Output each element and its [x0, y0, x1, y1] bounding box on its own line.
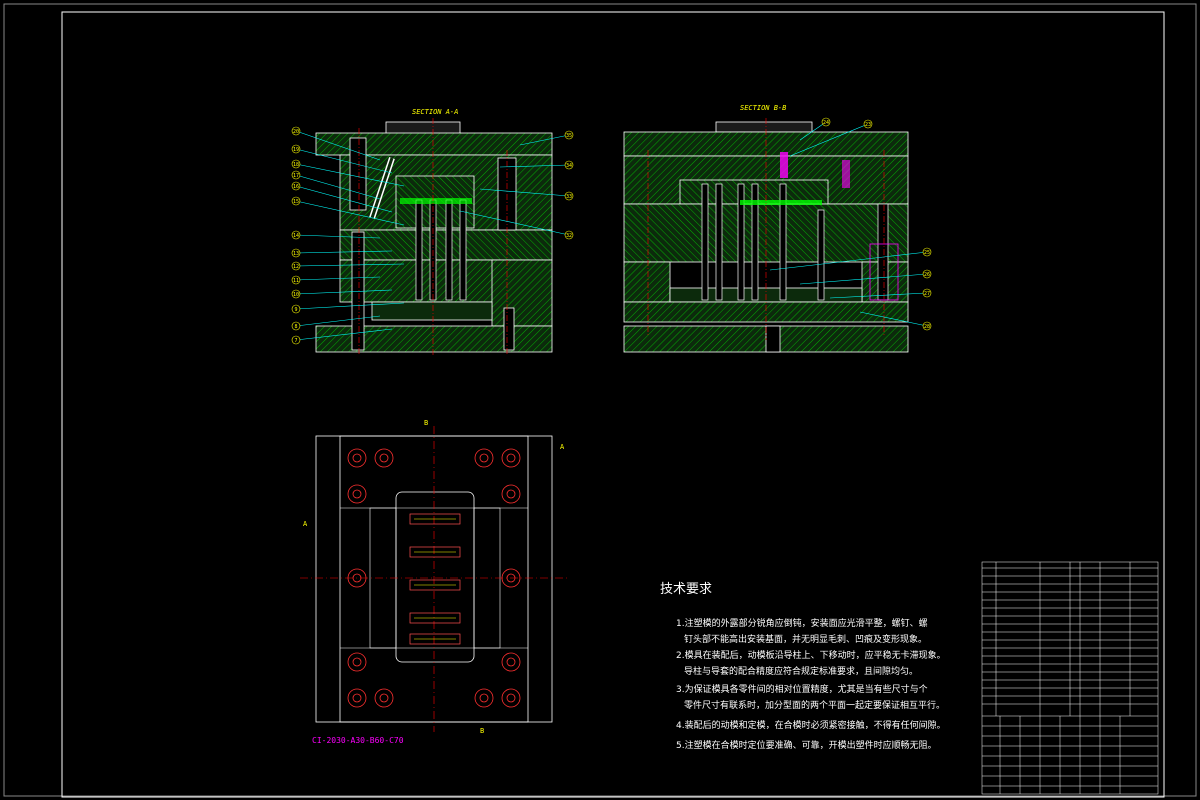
callout-a-left-7-number: 13 — [293, 251, 299, 257]
plan-bolt-hole — [501, 652, 521, 672]
sprue-bushing — [385, 121, 461, 135]
plan-bolt-hole-inner — [479, 453, 489, 463]
plan-bolt-hole — [374, 688, 394, 708]
plan-cavities — [409, 513, 461, 645]
tech-req-line-1: 1.注塑模的外露部分锐角应倒钝，安装面应光滑平整，螺钉、螺 — [676, 617, 928, 629]
plan-bolt-hole — [347, 448, 367, 468]
callout-a-left-12-leader — [295, 315, 381, 327]
callout-b-right-0-number: 25 — [924, 250, 930, 256]
callout-a-left-0-number: 20 — [293, 129, 299, 135]
view-mark-a-top: A — [560, 443, 565, 451]
plan-bolt-hole-inner — [352, 489, 362, 499]
plan-bolt-hole — [501, 484, 521, 504]
tech-req-line-6: 零件尺寸有联系时，加分型面的两个平面一起定要保证相互平行。 — [684, 699, 945, 711]
plan-bolt-hole — [347, 688, 367, 708]
plan-bolt-hole-inner — [379, 693, 389, 703]
title-block — [981, 561, 1159, 795]
spacer-left-b — [623, 261, 671, 303]
tech-req-line-7: 4.装配后的动模和定模，在合模时必须紧密接触，不得有任何间隙。 — [676, 719, 946, 731]
plan-bolt-hole-inner — [479, 693, 489, 703]
callout-a-left-2-number: 18 — [293, 162, 299, 168]
plan-bolt-hole — [501, 688, 521, 708]
technical-requirements: 技术要求 1.注塑模的外露部分锐角应倒钝，安装面应光滑平整，螺钉、螺 钉头部不能… — [660, 582, 946, 751]
tech-req-title: 技术要求 — [660, 582, 712, 597]
plan-bolt-hole-inner — [352, 657, 362, 667]
callout-b-right-1-number: 26 — [924, 272, 930, 278]
ejector-rod-hole — [765, 325, 781, 353]
plan-bolt-hole — [374, 448, 394, 468]
puller-pin — [780, 152, 788, 178]
plan-bolt-hole — [347, 652, 367, 672]
callout-a-left-12-number: 8 — [294, 324, 297, 330]
plan-bolt-hole — [474, 448, 494, 468]
callout-a-left-10-number: 10 — [293, 292, 299, 298]
callout-a-left-1-number: 19 — [293, 147, 299, 153]
callout-a-right-3-number: 32 — [566, 233, 572, 239]
callout-b-top-0-number: 24 — [823, 120, 829, 126]
plan-bolt-hole — [474, 688, 494, 708]
view-mark-b-bottom: B — [480, 727, 484, 735]
section-b-b-view: SECTION B-B 24 23 25 26 27 28 — [623, 104, 932, 353]
tech-req-line-2: 钉头部不能高出安装基面，并无明显毛刺、凹痕及变形现象。 — [684, 633, 927, 645]
bottom-clamp-plate — [315, 325, 553, 353]
guide-pin-left — [349, 137, 367, 211]
plan-bolt-hole — [501, 448, 521, 468]
view-mark-a-left: A — [303, 520, 308, 528]
tech-req-line-5: 3.为保证模具各零件间的相对位置精度，尤其是当有些尺寸与个 — [676, 683, 928, 695]
plan-bolt-hole-inner — [506, 453, 516, 463]
stop-pin — [503, 307, 515, 351]
callout-a-left-11-number: 9 — [294, 307, 297, 313]
support-pillar-b — [842, 160, 850, 188]
spacer-block-right — [491, 259, 553, 327]
callout-a-left-6-number: 14 — [293, 233, 299, 239]
cad-drawing: SECTION A-A 20 19 18 17 16151413121110987 35… — [3, 3, 1197, 798]
tech-req-line-3: 2.模具在装配后，动模板沿导柱上、下移动时，应平稳无卡滞现象。 — [676, 649, 946, 661]
tech-req-line-8: 5.注塑模在合模时定位要准确、可靠，开模出塑件时应顺畅无阻。 — [676, 739, 937, 751]
callout-a-left-3-number: 17 — [293, 173, 299, 179]
callout-b-right-2-number: 27 — [924, 291, 930, 297]
callout-a-left-8-number: 12 — [293, 264, 299, 270]
drawing-frame — [61, 11, 1165, 798]
callout-a-left-4-number: 16 — [293, 184, 299, 190]
tech-req-line-4: 导柱与导套的配合精度应符合规定标准要求，且间隙均匀。 — [684, 665, 918, 677]
molded-part-b — [740, 200, 822, 205]
section-a-a-title: SECTION A-A — [412, 108, 458, 116]
plan-bolt-hole-inner — [352, 453, 362, 463]
plan-cavity-block — [395, 491, 475, 663]
drawing-outer-border — [3, 3, 1197, 797]
sprue-bushing-b — [715, 121, 813, 133]
plan-bolt-hole-inner — [506, 693, 516, 703]
callout-a-right-1-number: 34 — [566, 163, 572, 169]
callout-a-left-13-number: 7 — [294, 338, 297, 344]
callout-a-left-5-number: 15 — [293, 199, 299, 205]
section-a-a-view: SECTION A-A 20 19 18 17 16151413121110987 35… — [291, 108, 574, 356]
section-b-b-title: SECTION B-B — [740, 104, 786, 112]
plan-bolt-hole-inner — [379, 453, 389, 463]
plan-bolt-hole-inner — [506, 489, 516, 499]
plan-bolt-hole-inner — [506, 657, 516, 667]
molded-part-a — [400, 198, 472, 204]
callout-a-left-9-number: 11 — [293, 278, 299, 284]
plan-view: A A B B CI-2030-A30-B60-C70 — [300, 419, 568, 745]
callout-a-right-2-number: 33 — [566, 194, 572, 200]
callout-a-right-0-number: 35 — [566, 133, 572, 139]
view-mark-b-top: B — [424, 419, 428, 427]
part-code: CI-2030-A30-B60-C70 — [312, 736, 404, 745]
ejector-plate — [371, 301, 493, 321]
plan-bolt-hole-inner — [352, 693, 362, 703]
plan-bolt-hole — [347, 484, 367, 504]
callout-b-top-1-number: 23 — [865, 122, 871, 128]
callout-b-right-3-number: 28 — [924, 324, 930, 330]
